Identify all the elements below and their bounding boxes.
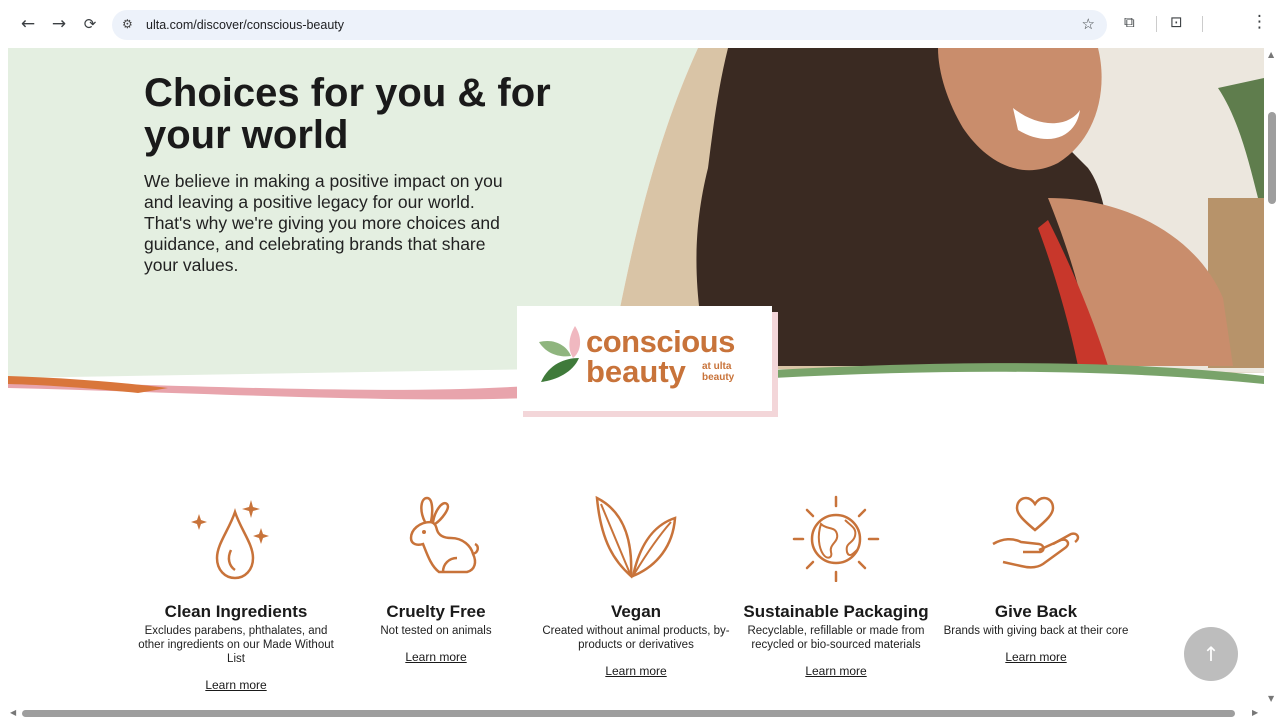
scroll-left-arrow-icon[interactable]: ◀ <box>10 708 16 717</box>
leaf-logo-icon <box>539 326 581 382</box>
feature-title: Sustainable Packaging <box>743 602 929 621</box>
water-drop-sparkle-icon <box>191 500 269 580</box>
hero-headline: Choices for you & for your world <box>144 71 551 157</box>
feature-title: Clean Ingredients <box>164 602 308 621</box>
vertical-scrollbar[interactable]: ▲ ▼ <box>1265 48 1281 708</box>
address-bar[interactable]: ⚙ ulta.com/discover/conscious-beauty ☆ <box>112 10 1107 40</box>
learn-more-link[interactable]: Learn more <box>205 678 266 692</box>
forward-icon[interactable]: → <box>47 12 71 36</box>
globe-sun-icon <box>792 495 880 582</box>
learn-more-link[interactable]: Learn more <box>405 650 466 664</box>
conscious-beauty-logo: conscious beauty at ulta beauty <box>517 306 772 411</box>
browser-toolbar: ← → ⟳ ⚙ ulta.com/discover/conscious-beau… <box>0 0 1281 48</box>
scroll-right-arrow-icon[interactable]: ▶ <box>1252 708 1258 717</box>
learn-more-link[interactable]: Learn more <box>605 664 666 678</box>
vertical-scroll-thumb[interactable] <box>1268 112 1276 204</box>
arrow-up-icon: ↑ <box>1202 642 1220 666</box>
reload-icon[interactable]: ⟳ <box>78 12 102 36</box>
horizontal-scrollbar[interactable]: ◀ ▶ <box>0 707 1265 719</box>
feature-description: Brands with giving back at their core <box>943 625 1129 637</box>
extensions-icon[interactable]: ⧉ <box>1124 13 1135 31</box>
feature-title: Give Back <box>994 602 1078 621</box>
bookmark-star-icon[interactable]: ☆ <box>1082 15 1095 33</box>
feature-title: Cruelty Free <box>386 602 486 621</box>
heart-in-hand-icon <box>992 496 1080 569</box>
feature-title: Vegan <box>610 602 662 621</box>
feature-description: Excludes parabens, phthalates, and other… <box>138 625 334 665</box>
back-icon[interactable]: ← <box>16 12 40 36</box>
learn-more-link[interactable]: Learn more <box>1005 650 1066 664</box>
feature-cruelty-free: Cruelty Free Not tested on animals Learn… <box>336 492 536 666</box>
back-to-top-button[interactable]: ↑ <box>1184 627 1238 681</box>
scroll-down-arrow-icon[interactable]: ▼ <box>1268 694 1274 703</box>
leaves-icon <box>595 495 677 579</box>
site-info-icon[interactable]: ⚙ <box>122 17 133 31</box>
lens-icon[interactable]: ⊡ <box>1170 13 1183 31</box>
horizontal-scroll-thumb[interactable] <box>22 710 1235 717</box>
learn-more-link[interactable]: Learn more <box>805 664 866 678</box>
feature-give-back: Give Back Brands with giving back at the… <box>936 492 1136 666</box>
scroll-up-arrow-icon[interactable]: ▲ <box>1268 50 1274 59</box>
feature-description: Created without animal products, by-prod… <box>542 625 730 651</box>
hero-intro-text: We believe in making a positive impact o… <box>144 171 503 275</box>
browser-menu-icon[interactable]: ⋮ <box>1251 12 1268 32</box>
toolbar-divider <box>1156 16 1157 32</box>
feature-sustainable-packaging: Sustainable Packaging Recyclable, refill… <box>736 492 936 680</box>
toolbar-divider <box>1202 16 1203 32</box>
feature-clean-ingredients: Clean Ingredients Excludes parabens, pht… <box>136 492 336 694</box>
rabbit-icon <box>409 496 479 574</box>
feature-vegan: Vegan Created without animal products, b… <box>536 492 736 680</box>
feature-description: Recyclable, refillable or made from recy… <box>747 625 925 651</box>
logo-subtext: at ulta beauty <box>702 361 735 383</box>
url-text[interactable]: ulta.com/discover/conscious-beauty <box>146 18 344 32</box>
logo-word-beauty: beauty <box>586 354 686 389</box>
feature-description: Not tested on animals <box>380 625 492 637</box>
